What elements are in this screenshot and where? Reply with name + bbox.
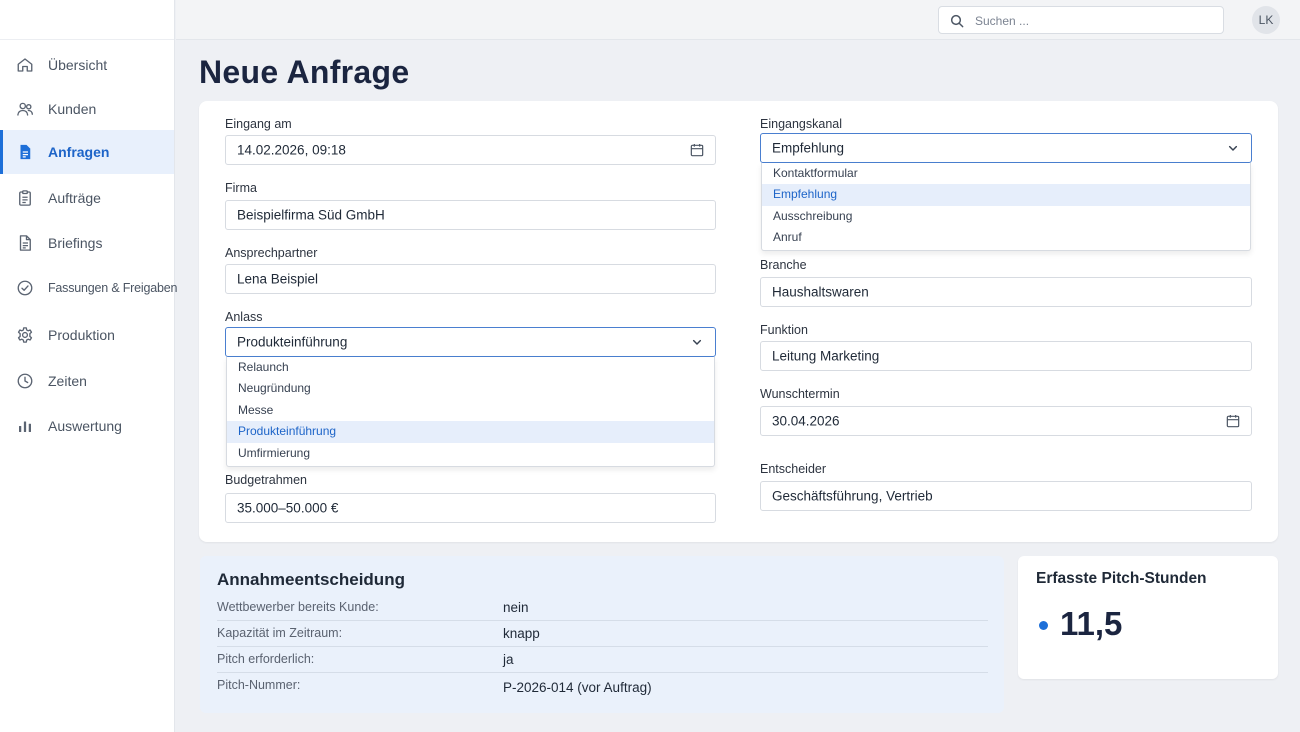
decision-value: nein [503,600,529,615]
decision-key: Pitch erforderlich: [217,652,315,666]
home-icon [16,56,34,74]
chevron-down-icon[interactable] [1225,140,1241,156]
ansprechpartner-label: Ansprechpartner [225,246,318,260]
ansprechpartner-field[interactable]: Lena Beispiel [225,264,716,294]
anlass-value: Produkteinführung [237,334,348,350]
sidebar-item-label: Briefings [48,235,103,251]
sidebar-item-label: Produktion [48,327,115,343]
kanal-dropdown: Kontaktformular Empfehlung Ausschreibung… [761,163,1251,251]
entscheider-value: Geschäftsführung, Vertrieb [772,488,933,504]
kanal-value: Empfehlung [772,140,845,156]
decision-value: knapp [503,626,540,641]
page-title: Neue Anfrage [199,54,410,90]
wunschtermin-label: Wunschtermin [760,387,840,401]
topbar: LK [176,0,1300,40]
kanal-label: Eingangskanal [760,117,843,131]
decision-row: Pitch-Nummer: P-2026-014 (vor Auftrag) [217,678,988,702]
eingang-label: Eingang am [225,117,292,131]
anlass-option[interactable]: Messe [227,400,714,421]
firma-label: Firma [225,181,257,195]
sidebar-item-uebersicht[interactable]: Übersicht [0,43,174,87]
file-text-icon [16,234,34,252]
users-icon [16,100,34,118]
budget-label: Budgetrahmen [225,473,308,487]
sidebar-item-label: Zeiten [48,373,87,389]
anlass-label: Anlass [225,310,263,324]
decision-row: Wettbewerber bereits Kunde: nein [217,600,988,621]
sidebar-item-kunden[interactable]: Kunden [0,87,174,131]
decision-value: ja [503,652,514,667]
entscheider-label: Entscheider [760,462,827,476]
sidebar-item-label: Auswertung [48,418,122,434]
anlass-dropdown: Relaunch Neugründung Messe Produkteinfüh… [226,357,715,467]
firma-value: Beispielfirma Süd GmbH [237,207,385,223]
sidebar-item-label: Kunden [48,101,97,117]
sidebar-item-label: Anfragen [48,144,110,160]
funktion-label: Funktion [760,323,808,337]
check-circle-icon [16,279,34,297]
sidebar-item-auswertung[interactable]: Auswertung [0,404,174,448]
request-form: Eingang am 14.02.2026, 09:18 Firma Beisp… [199,101,1278,542]
kanal-option[interactable]: Kontaktformular [762,163,1250,184]
kanal-select[interactable]: Empfehlung [760,133,1252,163]
funktion-value: Leitung Marketing [772,348,880,364]
status-dot [1039,621,1048,630]
sidebar: Übersicht Kunden Anfragen Aufträge Brief… [0,0,178,732]
wunschtermin-value: 30.04.2026 [772,413,840,429]
entscheider-field[interactable]: Geschäftsführung, Vertrieb [760,481,1252,511]
anlass-option[interactable]: Neugründung [227,378,714,399]
kanal-option[interactable]: Ausschreibung [762,206,1250,227]
search-input[interactable] [975,12,1215,29]
clock-icon [16,372,34,390]
budget-value: 35.000–50.000 € [237,500,339,516]
decision-row: Pitch erforderlich: ja [217,652,988,673]
sidebar-item-label: Übersicht [48,57,108,73]
chevron-down-icon[interactable] [689,334,705,350]
pitch-hours-title: Erfasste Pitch-Stunden [1036,570,1207,587]
sidebar-item-anfragen[interactable]: Anfragen [0,130,174,174]
branche-value: Haushaltswaren [772,284,869,300]
search-icon [949,13,965,29]
clipboard-icon [16,189,34,207]
avatar[interactable]: LK [1252,6,1280,34]
eingang-date-field[interactable]: 14.02.2026, 09:18 [225,135,716,165]
anlass-option[interactable]: Umfirmierung [227,443,714,464]
calendar-icon[interactable] [689,142,705,158]
anlass-select[interactable]: Produkteinführung [225,327,716,357]
sidebar-item-produktion[interactable]: Produktion [0,313,174,357]
document-icon [16,143,34,161]
wunschtermin-date-field[interactable]: 30.04.2026 [760,406,1252,436]
pitch-hours-card: Erfasste Pitch-Stunden 11,5 [1018,556,1278,679]
kanal-option-selected[interactable]: Empfehlung [762,184,1250,206]
sidebar-header [0,0,174,40]
anlass-option-selected[interactable]: Produkteinführung [227,421,714,443]
pitch-hours-value: 11,5 [1060,605,1123,642]
funktion-field[interactable]: Leitung Marketing [760,341,1252,371]
eingang-value: 14.02.2026, 09:18 [237,142,346,158]
sidebar-item-briefings[interactable]: Briefings [0,221,174,265]
bar-chart-icon [16,417,34,435]
sidebar-item-label: Fassungen & Freigaben [48,281,178,295]
decision-value: P-2026-014 (vor Auftrag) [503,680,652,695]
branche-field[interactable]: Haushaltswaren [760,277,1252,307]
branche-label: Branche [760,258,807,272]
decision-title: Annahmeentscheidung [217,570,405,589]
calendar-icon[interactable] [1225,413,1241,429]
decision-key: Kapazität im Zeitraum: [217,626,343,640]
sidebar-item-auftraege[interactable]: Aufträge [0,176,174,220]
gear-icon [16,326,34,344]
sidebar-item-zeiten[interactable]: Zeiten [0,359,174,403]
search-box[interactable] [938,6,1224,34]
decision-key: Wettbewerber bereits Kunde: [217,600,379,614]
ansprechpartner-value: Lena Beispiel [237,271,319,287]
sidebar-item-label: Aufträge [48,190,101,206]
sidebar-item-fassungen-freigaben[interactable]: Fassungen & Freigaben [0,266,178,310]
firma-field[interactable]: Beispielfirma Süd GmbH [225,200,716,230]
decision-key: Pitch-Nummer: [217,678,301,692]
kanal-option[interactable]: Anruf [762,227,1250,248]
decision-panel: Annahmeentscheidung Wettbewerber bereits… [200,556,1004,713]
budget-field[interactable]: 35.000–50.000 € [225,493,716,523]
anlass-option[interactable]: Relaunch [227,357,714,378]
decision-row: Kapazität im Zeitraum: knapp [217,626,988,647]
